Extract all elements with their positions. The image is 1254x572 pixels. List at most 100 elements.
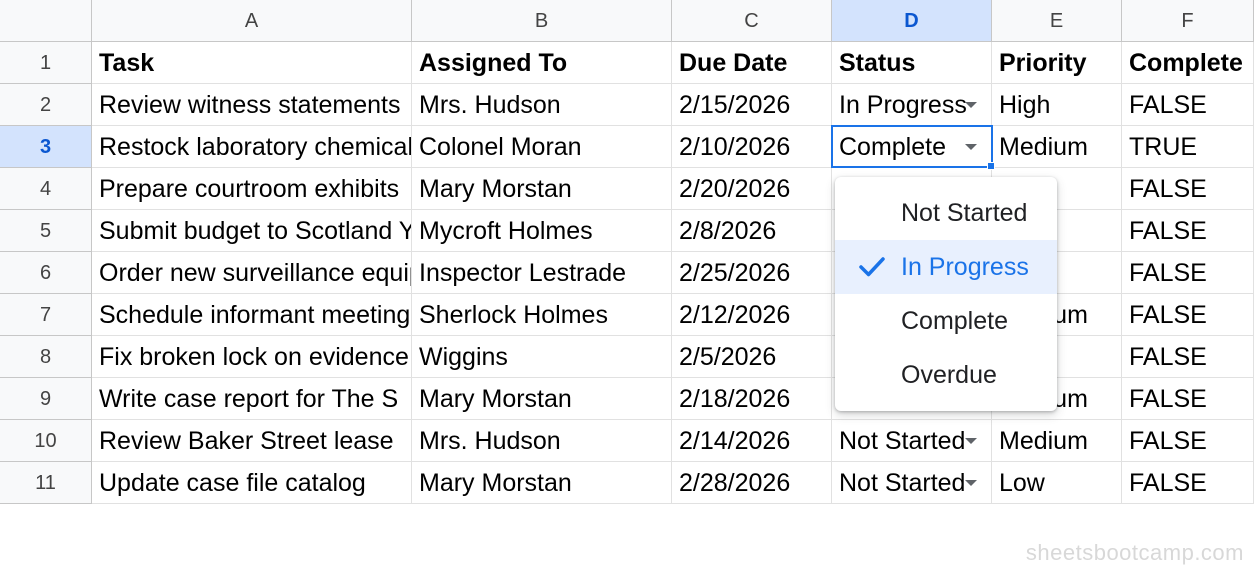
due-date-cell[interactable]: 2/5/2026 (672, 336, 832, 378)
dropdown-option-not-started[interactable]: Not Started (835, 186, 1057, 240)
row-header[interactable]: 4 (0, 168, 92, 210)
dropdown-arrow-icon[interactable] (965, 144, 977, 150)
dropdown-option-in-progress[interactable]: In Progress (835, 240, 1057, 294)
header-cell-complete[interactable]: Complete (1122, 42, 1254, 84)
complete-cell[interactable]: FALSE (1122, 378, 1254, 420)
status-cell[interactable]: Not Started (832, 462, 992, 504)
dropdown-arrow-icon[interactable] (965, 438, 977, 444)
column-header-b[interactable]: B (412, 0, 672, 42)
task-cell[interactable]: Schedule informant meeting (92, 294, 412, 336)
row-header[interactable]: 5 (0, 210, 92, 252)
due-date-cell[interactable]: 2/12/2026 (672, 294, 832, 336)
assigned-cell[interactable]: Mary Morstan (412, 168, 672, 210)
row-header[interactable]: 10 (0, 420, 92, 462)
complete-cell[interactable]: FALSE (1122, 252, 1254, 294)
status-value: In Progress (839, 91, 967, 119)
assigned-cell[interactable]: Colonel Moran (412, 126, 672, 168)
column-header-f[interactable]: F (1122, 0, 1254, 42)
table-row: 10 Review Baker Street lease Mrs. Hudson… (0, 420, 1254, 462)
due-date-cell[interactable]: 2/18/2026 (672, 378, 832, 420)
header-cell-task[interactable]: Task (92, 42, 412, 84)
column-header-a[interactable]: A (92, 0, 412, 42)
option-label: In Progress (901, 253, 1029, 281)
option-label: Overdue (901, 361, 997, 389)
priority-cell[interactable]: Medium (992, 126, 1122, 168)
status-value: Not Started (839, 469, 966, 497)
column-header-c[interactable]: C (672, 0, 832, 42)
complete-cell[interactable]: FALSE (1122, 210, 1254, 252)
task-cell[interactable]: Restock laboratory chemicals (92, 126, 412, 168)
status-cell[interactable]: Not Started (832, 420, 992, 462)
task-cell[interactable]: Submit budget to Scotland Yard (92, 210, 412, 252)
option-label: Complete (901, 307, 1008, 335)
row-header[interactable]: 11 (0, 462, 92, 504)
complete-cell[interactable]: FALSE (1122, 168, 1254, 210)
column-header-e[interactable]: E (992, 0, 1122, 42)
priority-cell[interactable]: Low (992, 462, 1122, 504)
table-row: 8 Fix broken lock on evidence room Wiggi… (0, 336, 1254, 378)
status-cell[interactable]: In Progress (832, 84, 992, 126)
dropdown-option-overdue[interactable]: Overdue (835, 348, 1057, 402)
row-header[interactable]: 3 (0, 126, 92, 168)
assigned-cell[interactable]: Mycroft Holmes (412, 210, 672, 252)
priority-cell[interactable]: Medium (992, 420, 1122, 462)
assigned-cell[interactable]: Mrs. Hudson (412, 84, 672, 126)
priority-cell[interactable]: High (992, 84, 1122, 126)
task-cell[interactable]: Prepare courtroom exhibits (92, 168, 412, 210)
column-header-d[interactable]: D (832, 0, 992, 42)
option-label: Not Started (901, 199, 1028, 227)
dropdown-option-complete[interactable]: Complete (835, 294, 1057, 348)
table-row: 11 Update case file catalog Mary Morstan… (0, 462, 1254, 504)
due-date-cell[interactable]: 2/25/2026 (672, 252, 832, 294)
assigned-cell[interactable]: Mary Morstan (412, 462, 672, 504)
watermark: sheetsbootcamp.com (1025, 540, 1244, 565)
due-date-cell[interactable]: 2/15/2026 (672, 84, 832, 126)
header-cell-due-date[interactable]: Due Date (672, 42, 832, 84)
table-row: 3 Restock laboratory chemicals Colonel M… (0, 126, 1254, 168)
header-cell-status[interactable]: Status (832, 42, 992, 84)
column-header-row: A B C D E F (0, 0, 1254, 42)
task-cell[interactable]: Review witness statements (92, 84, 412, 126)
due-date-cell[interactable]: 2/20/2026 (672, 168, 832, 210)
table-row: 4 Prepare courtroom exhibits Mary Morsta… (0, 168, 1254, 210)
table-row: 9 Write case report for The S Mary Morst… (0, 378, 1254, 420)
due-date-cell[interactable]: 2/28/2026 (672, 462, 832, 504)
assigned-cell[interactable]: Wiggins (412, 336, 672, 378)
complete-cell[interactable]: TRUE (1122, 126, 1254, 168)
complete-cell[interactable]: FALSE (1122, 420, 1254, 462)
table-row: 2 Review witness statements Mrs. Hudson … (0, 84, 1254, 126)
header-cell-assigned-to[interactable]: Assigned To (412, 42, 672, 84)
status-dropdown-menu: Not Started In Progress Complete Overdue (835, 177, 1057, 411)
task-cell[interactable]: Fix broken lock on evidence room (92, 336, 412, 378)
status-cell[interactable]: Complete (832, 126, 992, 168)
task-cell[interactable]: Review Baker Street lease (92, 420, 412, 462)
complete-cell[interactable]: FALSE (1122, 84, 1254, 126)
task-cell[interactable]: Update case file catalog (92, 462, 412, 504)
assigned-cell[interactable]: Mrs. Hudson (412, 420, 672, 462)
due-date-cell[interactable]: 2/8/2026 (672, 210, 832, 252)
checkmark-icon (859, 257, 885, 277)
header-cell-priority[interactable]: Priority (992, 42, 1122, 84)
task-cell[interactable]: Write case report for The S (92, 378, 412, 420)
dropdown-arrow-icon[interactable] (965, 480, 977, 486)
complete-cell[interactable]: FALSE (1122, 462, 1254, 504)
due-date-cell[interactable]: 2/10/2026 (672, 126, 832, 168)
table-row: 5 Submit budget to Scotland Yard Mycroft… (0, 210, 1254, 252)
row-header[interactable]: 2 (0, 84, 92, 126)
complete-cell[interactable]: FALSE (1122, 336, 1254, 378)
row-header[interactable]: 8 (0, 336, 92, 378)
row-header[interactable]: 6 (0, 252, 92, 294)
assigned-cell[interactable]: Inspector Lestrade (412, 252, 672, 294)
row-header[interactable]: 1 (0, 42, 92, 84)
assigned-cell[interactable]: Mary Morstan (412, 378, 672, 420)
complete-cell[interactable]: FALSE (1122, 294, 1254, 336)
task-cell[interactable]: Order new surveillance equipment (92, 252, 412, 294)
table-row: 1 Task Assigned To Due Date Status Prior… (0, 42, 1254, 84)
due-date-cell[interactable]: 2/14/2026 (672, 420, 832, 462)
row-header[interactable]: 7 (0, 294, 92, 336)
row-header[interactable]: 9 (0, 378, 92, 420)
select-all-corner[interactable] (0, 0, 92, 42)
assigned-cell[interactable]: Sherlock Holmes (412, 294, 672, 336)
status-value: Not Started (839, 427, 966, 455)
dropdown-arrow-icon[interactable] (965, 102, 977, 108)
